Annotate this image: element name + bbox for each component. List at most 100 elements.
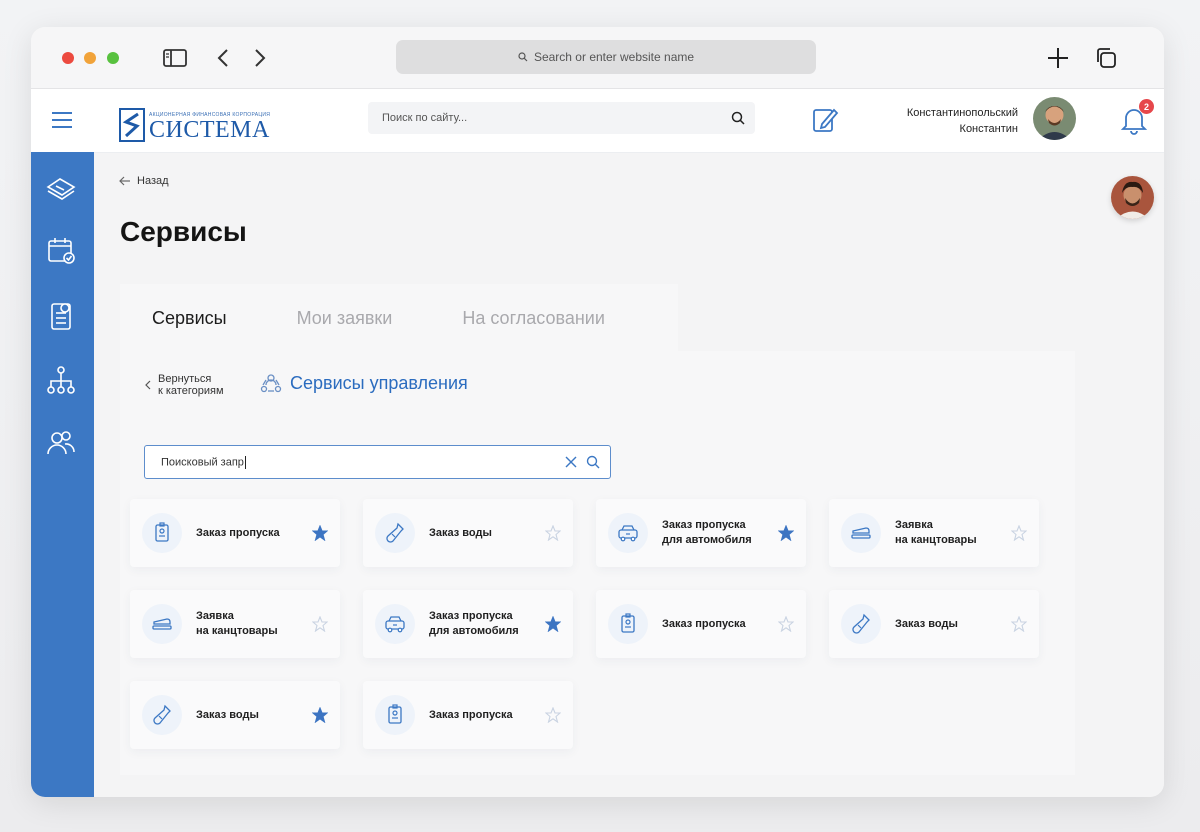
service-label: Заказ воды (895, 617, 958, 630)
tab-my-requests[interactable]: Мои заявки (297, 308, 393, 329)
sidebar-item-documents[interactable] (45, 300, 77, 332)
service-card[interactable]: Заказ воды (829, 590, 1039, 658)
service-search-input[interactable]: Поисковый запр (144, 445, 611, 479)
tabs: Сервисы Мои заявки На согласовании (120, 284, 678, 352)
service-card[interactable]: Заказ пропуска (130, 499, 340, 567)
service-label: Заказ воды (429, 526, 492, 539)
site-search-placeholder: Поиск по сайту... (382, 112, 468, 124)
service-label: Заявка на канцтовары (895, 519, 977, 546)
maximize-window-button[interactable] (107, 52, 119, 64)
water-bottle-icon (852, 613, 870, 634)
document-list-icon (51, 303, 71, 330)
company-logo[interactable]: АКЦИОНЕРНАЯ ФИНАНСОВАЯ КОРПОРАЦИЯ СИСТЕМ… (119, 98, 270, 142)
user-name[interactable]: Константинопольский Константин (881, 105, 1018, 137)
star-outline-icon[interactable] (1011, 525, 1027, 541)
service-card[interactable]: Заказ пропуска (596, 590, 806, 658)
arrow-left-icon (119, 176, 130, 186)
org-chart-icon (47, 366, 75, 394)
tabs-overview-icon[interactable] (1093, 45, 1119, 71)
badge-icon (388, 704, 402, 724)
service-label: Заказ пропуска для автомобиля (662, 519, 752, 546)
search-icon[interactable] (586, 455, 600, 469)
service-card[interactable]: Заявка на канцтовары (130, 590, 340, 658)
star-filled-icon[interactable] (778, 525, 794, 541)
service-label: Заявка на канцтовары (196, 610, 278, 637)
service-card[interactable]: Заявка на канцтовары (829, 499, 1039, 567)
stapler-icon (851, 527, 871, 539)
sidebar-item-people[interactable] (45, 427, 77, 459)
service-icon-wrap (375, 695, 415, 735)
address-bar[interactable]: Search or enter website name (396, 40, 816, 74)
tab-approvals[interactable]: На согласовании (462, 308, 605, 329)
star-filled-icon[interactable] (312, 707, 328, 723)
back-label: Назад (137, 175, 169, 187)
service-card[interactable]: Заказ пропуска для автомобиля (363, 590, 573, 658)
service-label: Заказ воды (196, 708, 259, 721)
sidebar-item-news[interactable] (45, 172, 77, 204)
back-to-categories-link[interactable]: Вернуться к категориям (144, 373, 224, 397)
service-icon-wrap (841, 604, 881, 644)
chat-avatar[interactable] (1111, 176, 1154, 219)
edit-document-icon[interactable] (811, 105, 839, 135)
calendar-check-icon (48, 238, 75, 264)
service-icon-wrap (608, 604, 648, 644)
service-card[interactable]: Заказ воды (130, 681, 340, 749)
service-card[interactable]: Заказ воды (363, 499, 573, 567)
page-title: Сервисы (120, 216, 247, 247)
clear-icon[interactable] (564, 455, 578, 469)
back-to-categories-line1: Вернуться (158, 373, 212, 385)
management-icon (260, 374, 282, 393)
avatar[interactable] (1033, 97, 1076, 140)
user-last-name: Константинопольский (906, 107, 1018, 119)
search-icon (518, 52, 528, 62)
star-outline-icon[interactable] (778, 616, 794, 632)
new-tab-plus-icon[interactable] (1045, 45, 1071, 71)
users-icon (47, 431, 75, 455)
star-filled-icon[interactable] (545, 616, 561, 632)
back-arrow-icon[interactable] (211, 45, 237, 71)
category-title-text: Сервисы управления (290, 372, 468, 393)
service-icon-wrap (142, 513, 182, 553)
sidebar-toggle-icon[interactable] (162, 45, 188, 71)
search-icon[interactable] (731, 111, 745, 125)
main-content: Назад Сервисы Сервисы Мои заявки На согл… (94, 153, 1164, 797)
sidebar-item-structure[interactable] (45, 364, 77, 396)
service-card[interactable]: Заказ пропуска для автомобиля (596, 499, 806, 567)
car-icon (385, 616, 405, 633)
star-outline-icon[interactable] (545, 707, 561, 723)
service-icon-wrap (142, 695, 182, 735)
close-window-button[interactable] (62, 52, 74, 64)
logo-mark-icon (119, 108, 145, 142)
service-card[interactable]: Заказ пропуска (363, 681, 573, 749)
app-header: АКЦИОНЕРНАЯ ФИНАНСОВАЯ КОРПОРАЦИЯ СИСТЕМ… (31, 89, 1164, 153)
service-icon-wrap (142, 604, 182, 644)
star-filled-icon[interactable] (312, 525, 328, 541)
sidebar-item-calendar[interactable] (45, 235, 77, 267)
tab-services[interactable]: Сервисы (152, 308, 227, 329)
water-bottle-icon (386, 522, 404, 543)
menu-icon[interactable] (50, 109, 74, 131)
service-label: Заказ пропуска (662, 617, 746, 630)
star-outline-icon[interactable] (545, 525, 561, 541)
star-outline-icon[interactable] (1011, 616, 1027, 632)
service-label: Заказ пропуска (196, 526, 280, 539)
badge-icon (621, 613, 635, 633)
stapler-icon (152, 618, 172, 630)
badge-icon (155, 522, 169, 542)
star-outline-icon[interactable] (312, 616, 328, 632)
service-icon-wrap (841, 513, 881, 553)
forward-arrow-icon[interactable] (246, 45, 272, 71)
service-label: Заказ пропуска для автомобиля (429, 610, 519, 637)
sidebar (31, 152, 94, 797)
notifications-badge: 2 (1139, 99, 1154, 114)
newspaper-icon (46, 178, 76, 200)
browser-toolbar: Search or enter website name (31, 27, 1164, 89)
logo-title: СИСТЕМА (149, 117, 270, 143)
service-icon-wrap (375, 513, 415, 553)
minimize-window-button[interactable] (84, 52, 96, 64)
water-bottle-icon (153, 704, 171, 725)
service-icon-wrap (608, 513, 648, 553)
back-link[interactable]: Назад (119, 175, 169, 187)
site-search-input[interactable]: Поиск по сайту... (368, 102, 755, 134)
browser-window: Search or enter website name АКЦИОНЕРНАЯ… (31, 27, 1164, 797)
